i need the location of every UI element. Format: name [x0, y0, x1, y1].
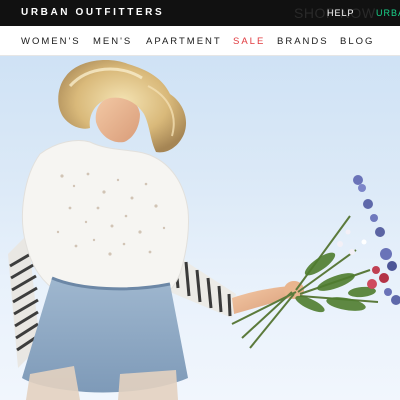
brand-logo[interactable]: URBAN OUTFITTERS — [21, 7, 164, 18]
nav-item-blog[interactable]: BLOG — [340, 36, 374, 47]
flower-stems — [231, 215, 379, 349]
top-bar: URBAN OUTFITTERS SHOP NOW HELP URBAN — [0, 0, 400, 26]
hero-banner[interactable] — [0, 56, 400, 400]
flowers — [337, 175, 400, 305]
main-nav: WOMEN'S MEN'S APARTMENT SALE BRANDS BLOG — [0, 26, 400, 56]
help-link[interactable]: HELP — [327, 8, 355, 18]
nav-item-womens[interactable]: WOMEN'S — [21, 36, 81, 47]
nav-item-mens[interactable]: MEN'S — [93, 36, 132, 47]
nav-item-brands[interactable]: BRANDS — [277, 36, 329, 47]
nav-item-sale[interactable]: SALE — [233, 36, 265, 47]
nav-item-apartment[interactable]: APARTMENT — [146, 36, 222, 47]
urban-link[interactable]: URBAN — [376, 8, 400, 18]
page: URBAN OUTFITTERS SHOP NOW HELP URBAN WOM… — [0, 0, 400, 400]
hero-image — [8, 60, 400, 400]
flower-leaves — [295, 252, 376, 313]
